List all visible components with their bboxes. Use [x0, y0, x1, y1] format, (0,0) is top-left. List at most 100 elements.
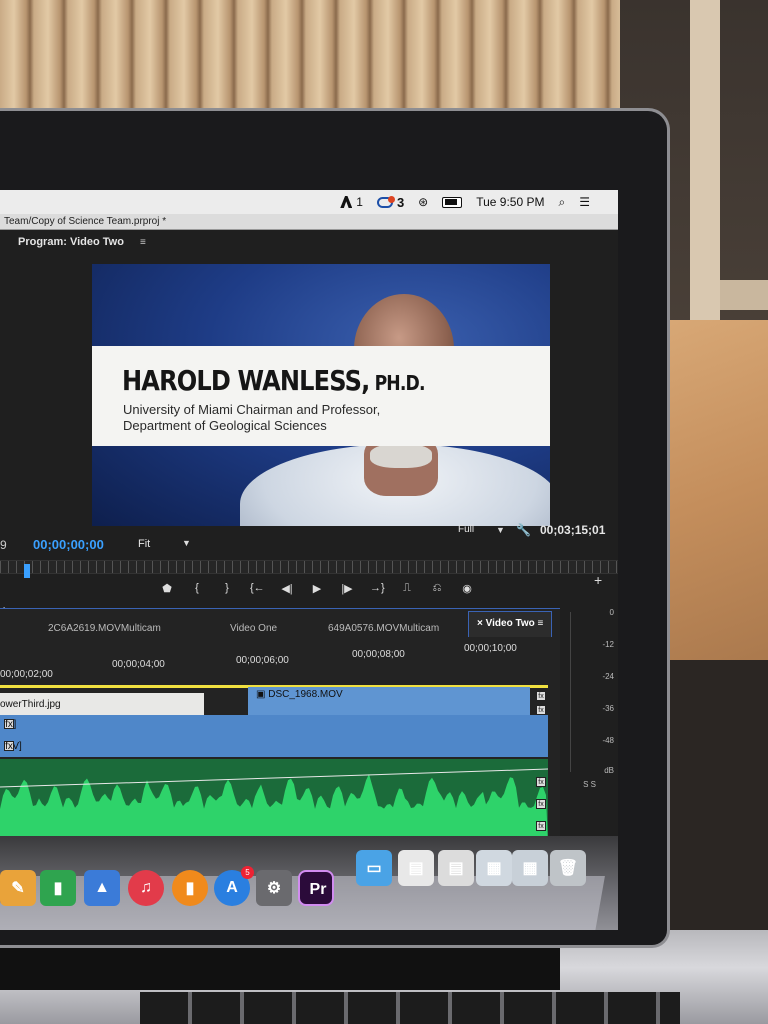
track-v1[interactable]: [V] / [V] fx fx: [0, 715, 548, 757]
dock-app-store[interactable]: A5: [214, 866, 254, 906]
chevron-down-icon[interactable]: ▼: [496, 525, 505, 535]
adobe-count: 1: [356, 195, 363, 209]
lower-third-graphic: HAROLD WANLESS, PH.D. University of Miam…: [92, 346, 550, 446]
window-title: Team/Copy of Science Team.prproj *: [0, 214, 618, 230]
lower-third-line-2: Department of Geological Sciences: [123, 418, 327, 433]
resolution-select[interactable]: Full: [458, 524, 474, 535]
monitor-scrubber[interactable]: [0, 560, 618, 574]
dock-ibooks[interactable]: ▮: [172, 870, 208, 906]
bedspread: [660, 320, 768, 680]
creative-cloud-status[interactable]: 3: [376, 194, 405, 210]
dock-preview-doc[interactable]: ▤: [398, 850, 434, 886]
lower-third-name: HAROLD WANLESS, PH.D.: [122, 364, 425, 397]
marker-button[interactable]: ⬟: [160, 582, 174, 595]
tab-2c6a2619[interactable]: 2C6A2619.MOVMulticam: [48, 623, 161, 634]
keyboard-keys: [140, 992, 680, 1024]
time-ruler[interactable]: 00;00;02;00 00;00;04;00 00;00;06;00 00;0…: [0, 643, 560, 683]
wrench-icon[interactable]: 🔧: [516, 523, 531, 537]
clip-lower-third[interactable]: owerThird.jpg: [0, 693, 204, 715]
cc-count: 3: [396, 194, 405, 210]
battery-status[interactable]: [442, 196, 463, 208]
playhead-handle[interactable]: [24, 564, 30, 578]
dock: ✎ ▮ ▲ ♫ ▮ A 5 ⚙ Pr ▭ ▤ ▤ ▦ ▦ 🗑: [0, 836, 618, 930]
meter-label: 0: [609, 608, 614, 617]
subject-beard: [370, 444, 432, 468]
dock-premiere-pro[interactable]: Pr: [298, 870, 334, 906]
ruler-tick: 00;00;08;00: [352, 649, 405, 660]
pages-icon: ✎: [11, 880, 25, 897]
chevron-down-icon[interactable]: ▼: [182, 538, 191, 548]
tab-649a0576[interactable]: 649A0576.MOVMulticam: [328, 623, 439, 634]
track-a1-waveform[interactable]: fx fx fx: [0, 759, 548, 845]
volume-rubber-band[interactable]: [0, 768, 548, 788]
meter-bar: [570, 612, 578, 772]
playhead-timecode[interactable]: 00;00;00;00: [33, 537, 104, 552]
go-to-in-button[interactable]: {←: [250, 582, 265, 595]
screen: 1 3 ⊛ Tue 9:50 PM ⌕ ☰ Team/Copy of Scien…: [0, 190, 618, 930]
ibooks-icon: ▮: [185, 880, 195, 897]
dock-system-preferences[interactable]: ⚙: [256, 870, 292, 906]
dock-numbers[interactable]: ▮: [40, 870, 76, 906]
meter-label: -48: [602, 736, 614, 745]
dock-preview-doc-2[interactable]: ▤: [438, 850, 474, 886]
spotlight-button[interactable]: ⌕: [559, 195, 566, 210]
preview-doc-2-icon: ▤: [448, 860, 464, 877]
clock[interactable]: Tue 9:50 PM: [476, 195, 544, 209]
play-button[interactable]: ▶: [310, 582, 324, 595]
audio-meter: 0 -12 -24 -36 -48 dB S S: [566, 608, 618, 798]
mark-out-button[interactable]: }: [220, 582, 234, 595]
program-monitor-title[interactable]: Program: Video Two: [18, 236, 124, 248]
step-forward-button[interactable]: |▶: [340, 582, 354, 595]
adobe-status[interactable]: 1: [340, 195, 363, 209]
meter-label: -12: [602, 640, 614, 649]
sync-status[interactable]: ⊛: [418, 195, 428, 209]
itunes-icon: ♫: [140, 879, 152, 896]
dock-itunes[interactable]: ♫: [128, 870, 164, 906]
program-monitor-video[interactable]: HAROLD WANLESS, PH.D. University of Miam…: [92, 264, 550, 526]
clip-dsc-1968[interactable]: ▣ DSC_1968.MOV: [248, 687, 530, 715]
extract-button[interactable]: ⎌: [430, 582, 444, 595]
fx-icon[interactable]: fx: [4, 741, 14, 752]
tab-video-two-label: Video Two: [485, 618, 535, 629]
notification-badge: 5: [241, 866, 254, 879]
audio-waveform: [0, 768, 548, 845]
tab-video-one[interactable]: Video One: [230, 623, 277, 634]
sequence-tabs: 2C6A2619.MOVMulticam Video One 649A0576.…: [0, 609, 560, 637]
clock-text: Tue 9:50 PM: [476, 195, 545, 209]
meter-label: -24: [602, 672, 614, 681]
notification-center-button[interactable]: ☰: [579, 195, 590, 209]
dock-downloads-stack[interactable]: ▦: [512, 850, 548, 886]
dock-trash[interactable]: 🗑: [550, 850, 586, 886]
panel-menu-icon[interactable]: ≡: [140, 237, 146, 248]
window-sill: [720, 280, 768, 310]
fx-icon[interactable]: fx: [536, 705, 546, 715]
go-to-out-button[interactable]: →}: [370, 582, 385, 595]
fx-icon[interactable]: fx: [536, 691, 546, 701]
dock-keynote[interactable]: ▲: [84, 870, 120, 906]
fx-icon[interactable]: fx: [4, 719, 14, 730]
mark-in-button[interactable]: {: [190, 582, 204, 595]
step-back-button[interactable]: ◀|: [280, 582, 294, 595]
fx-icon[interactable]: fx: [536, 821, 546, 831]
downloads-stack-icon: ▦: [522, 860, 538, 877]
screenshot-stack-icon: ▦: [486, 860, 502, 877]
close-icon[interactable]: ×: [477, 618, 483, 629]
dock-folder[interactable]: ▭: [356, 850, 392, 886]
battery-icon: [442, 196, 463, 208]
cut-prefix: 9: [0, 538, 7, 552]
lift-button[interactable]: ⎍: [400, 582, 414, 595]
meter-label: dB: [604, 766, 614, 775]
list-icon: ☰: [579, 195, 590, 209]
ruler-tick: 00;00;10;00: [464, 643, 517, 654]
dock-screenshot-stack[interactable]: ▦: [476, 850, 512, 886]
fx-icon[interactable]: fx: [536, 799, 546, 809]
solo-buttons[interactable]: S S: [583, 780, 596, 789]
menu-icon[interactable]: ≡: [537, 618, 543, 629]
window-frame: [690, 0, 720, 330]
export-frame-button[interactable]: ◉: [460, 582, 474, 595]
add-button-icon[interactable]: +: [594, 572, 602, 588]
fx-icon[interactable]: fx: [536, 777, 546, 787]
tab-video-two[interactable]: × Video Two ≡: [468, 611, 553, 637]
dock-pages[interactable]: ✎: [0, 870, 36, 906]
zoom-select[interactable]: Fit: [138, 538, 150, 550]
